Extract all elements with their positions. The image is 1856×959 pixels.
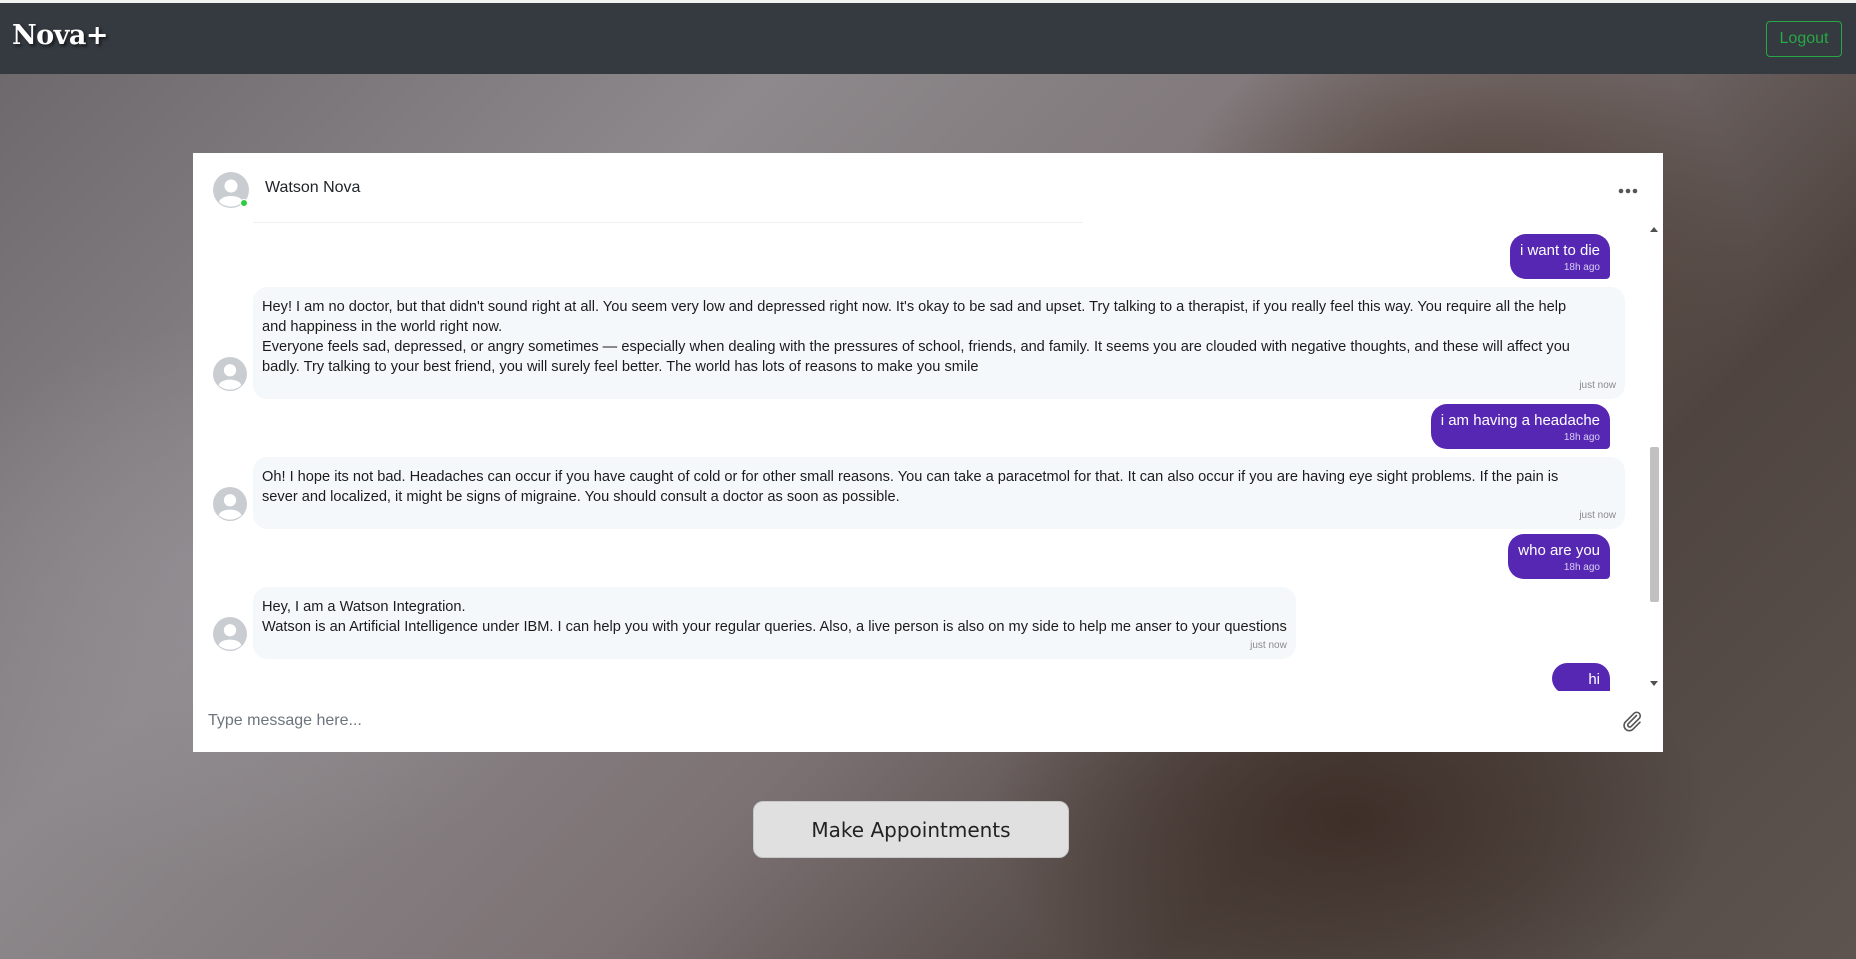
- user-message: hi: [1552, 663, 1610, 691]
- message-input[interactable]: [208, 703, 1598, 739]
- message-time: just now: [1579, 510, 1616, 521]
- bot-message: Hey! I am no doctor, but that didn't sou…: [253, 287, 1625, 399]
- bot-message: Oh! I hope its not bad. Headaches can oc…: [253, 457, 1625, 529]
- user-message: i want to die 18h ago: [1509, 234, 1610, 279]
- scroll-thumb[interactable]: [1650, 447, 1659, 602]
- chat-window: Watson Nova i want to die 18h ago Hey! I…: [193, 153, 1663, 752]
- online-status-dot: [240, 199, 248, 207]
- more-options-icon[interactable]: [1617, 187, 1639, 195]
- make-appointments-button[interactable]: Make Appointments: [753, 801, 1069, 858]
- message-line: and happiness in the world right now.: [262, 319, 503, 335]
- message-line: sever and localized, it might be signs o…: [262, 489, 900, 505]
- bot-message: Hey, I am a Watson Integration. Watson i…: [253, 587, 1296, 659]
- bot-avatar-icon: [213, 357, 247, 391]
- message-line: Hey, I am a Watson Integration.: [262, 599, 466, 615]
- brand-logo[interactable]: Nova+: [12, 20, 109, 51]
- message-text: who are you: [1518, 542, 1600, 559]
- message-line: Everyone feels sad, depressed, or angry …: [262, 339, 1570, 355]
- header-divider: [253, 222, 1083, 223]
- message-line: Hey! I am no doctor, but that didn't sou…: [262, 299, 1567, 315]
- message-text: hi: [1588, 671, 1600, 688]
- user-message: i am having a headache 18h ago: [1430, 404, 1610, 449]
- contact-name: Watson Nova: [265, 179, 361, 196]
- navbar: Nova+ Logout: [0, 3, 1856, 74]
- user-message: who are you 18h ago: [1508, 534, 1610, 579]
- message-line: Watson is an Artificial Intelligence und…: [262, 619, 1287, 635]
- bot-avatar-icon: [213, 617, 247, 651]
- message-text: i want to die: [1519, 242, 1600, 259]
- message-composer: [193, 693, 1663, 752]
- message-time: 18h ago: [1563, 562, 1600, 573]
- message-time: 18h ago: [1563, 432, 1600, 443]
- bot-avatar-icon: [213, 487, 247, 521]
- message-list[interactable]: i want to die 18h ago Hey! I am no docto…: [193, 225, 1645, 691]
- chat-header: Watson Nova: [193, 153, 1663, 223]
- scroll-down-icon[interactable]: [1650, 681, 1658, 686]
- scroll-up-icon[interactable]: [1650, 227, 1658, 232]
- message-scrollbar[interactable]: [1648, 225, 1660, 691]
- message-text: i am having a headache: [1440, 412, 1600, 429]
- message-line: badly. Try talking to your best friend, …: [262, 359, 979, 375]
- message-line: Oh! I hope its not bad. Headaches can oc…: [262, 469, 1559, 485]
- message-time: just now: [1579, 380, 1616, 391]
- message-time: just now: [1250, 640, 1287, 651]
- message-time: 18h ago: [1563, 262, 1600, 273]
- paperclip-icon[interactable]: [1620, 709, 1644, 733]
- logout-button[interactable]: Logout: [1766, 21, 1842, 57]
